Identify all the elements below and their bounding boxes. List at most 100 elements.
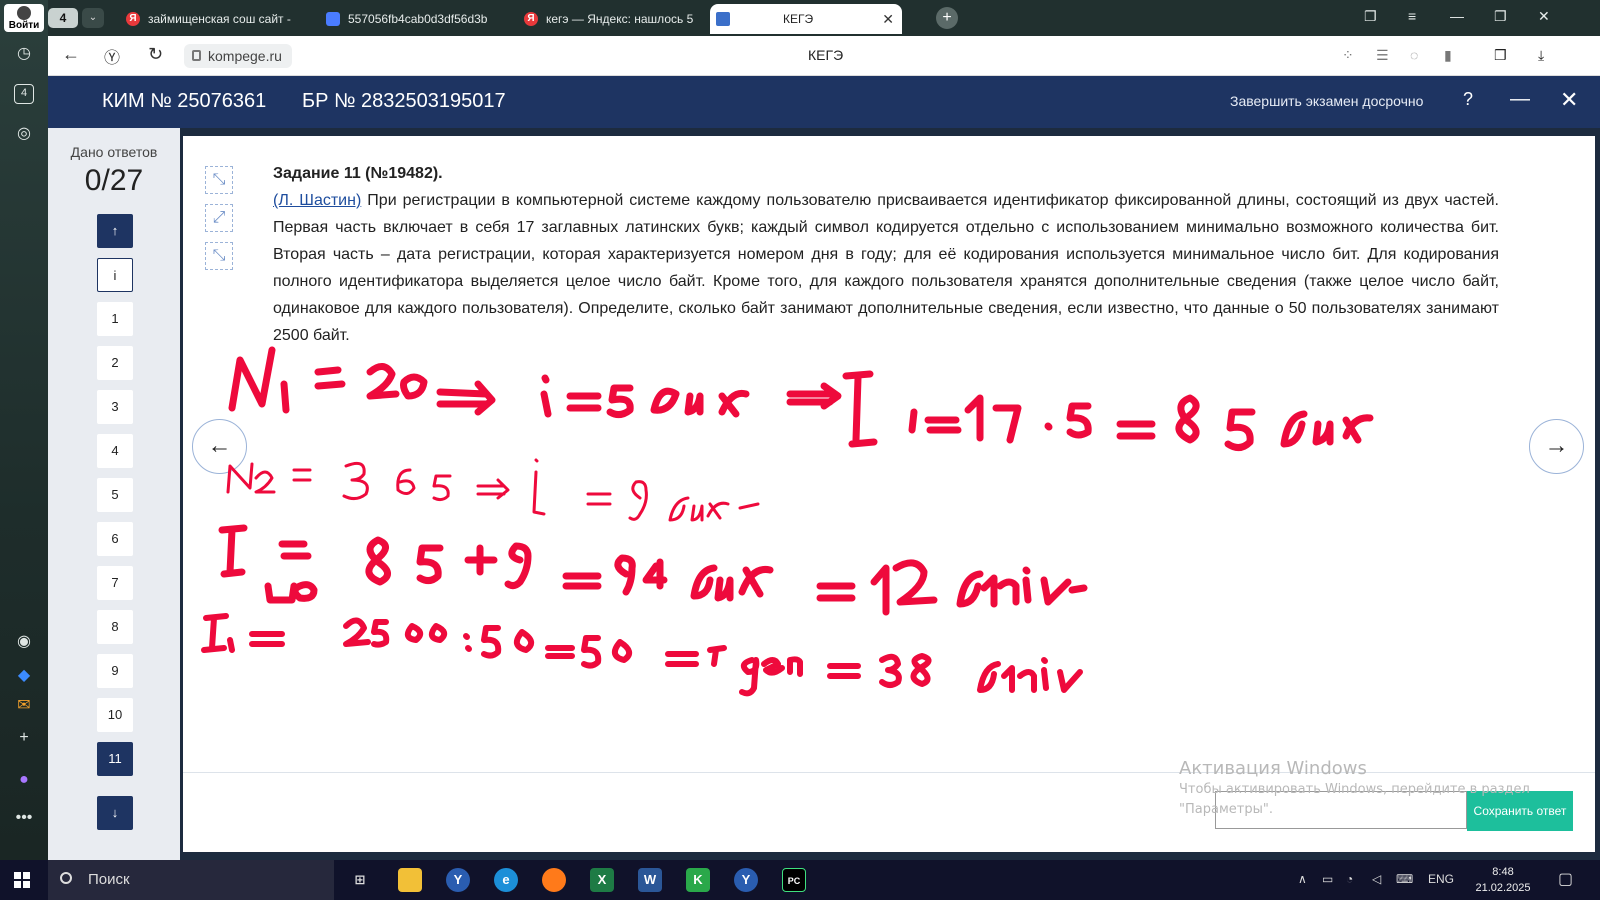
login-button[interactable]: Войти: [4, 4, 44, 32]
tray-chevron-icon[interactable]: ∧: [1298, 872, 1307, 886]
help-icon[interactable]: ?: [1463, 89, 1473, 110]
tab-4-active[interactable]: КЕГЭ ✕: [710, 4, 902, 34]
login-label: Войти: [8, 20, 40, 31]
question-button-6[interactable]: 6: [97, 522, 133, 556]
finish-exam-button[interactable]: Завершить экзамен досрочно: [1230, 93, 1423, 109]
activation-watermark-line1: Чтобы активировать Windows, перейдите в …: [1179, 782, 1530, 797]
close-icon[interactable]: ✕: [1560, 87, 1578, 113]
extensions-icon[interactable]: ⁘: [1342, 47, 1354, 64]
br-number: БР № 2832503195017: [302, 90, 506, 112]
prev-question-button[interactable]: ←: [192, 419, 247, 474]
explorer-icon[interactable]: [398, 868, 422, 892]
page-icon: [326, 12, 340, 26]
minimize-window-icon[interactable]: —: [1450, 8, 1464, 24]
close-window-icon[interactable]: ✕: [1538, 8, 1550, 25]
edge-icon[interactable]: e: [494, 868, 518, 892]
reader-icon[interactable]: ☰: [1376, 47, 1389, 64]
save-answer-button[interactable]: Сохранить ответ: [1467, 791, 1573, 831]
tab-title: займищенская сош сайт -: [148, 12, 291, 26]
search-label: Поиск: [88, 871, 130, 888]
translate-icon[interactable]: ◌: [1410, 47, 1418, 63]
keyboard-icon[interactable]: ⌨: [1396, 872, 1413, 886]
tab-2[interactable]: 557056fb4cab0d3df56d3b: [320, 4, 515, 34]
question-button-10[interactable]: 10: [97, 698, 133, 732]
yandex-active-icon[interactable]: Y: [734, 868, 758, 892]
new-tab-button[interactable]: +: [936, 7, 958, 29]
clock[interactable]: 8:48 21.02.2025: [1468, 864, 1538, 896]
add-panel-icon[interactable]: +: [10, 724, 38, 752]
question-button-7[interactable]: 7: [97, 566, 133, 600]
tab-title: КЕГЭ: [783, 12, 814, 26]
alice-settings-icon[interactable]: ◉: [10, 628, 38, 656]
question-button-9[interactable]: 9: [97, 654, 133, 688]
answers-label: Дано ответов: [70, 144, 158, 160]
question-button-5[interactable]: 5: [97, 478, 133, 512]
yandex-browser-icon[interactable]: Y: [446, 868, 470, 892]
shrink-text-icon[interactable]: ⤡: [205, 166, 233, 194]
alice-icon[interactable]: ●: [10, 766, 38, 794]
question-button-8[interactable]: 8: [97, 610, 133, 644]
tab-3[interactable]: Якегэ — Яндекс: нашлось 5: [518, 4, 708, 34]
more-icon[interactable]: •••: [10, 804, 38, 832]
minimize-icon[interactable]: —: [1510, 88, 1530, 111]
answers-count: 0/27: [84, 164, 144, 197]
close-tab-icon[interactable]: ✕: [882, 4, 894, 34]
expand-icon[interactable]: ⤢: [205, 204, 233, 232]
page-title: КЕГЭ: [808, 47, 844, 63]
question-button-2[interactable]: 2: [97, 346, 133, 380]
question-button-3[interactable]: 3: [97, 390, 133, 424]
menu-icon[interactable]: ≡: [1408, 8, 1416, 24]
firefox-icon[interactable]: [542, 868, 566, 892]
messenger-icon[interactable]: ◆: [10, 662, 38, 690]
collections-icon[interactable]: ❒: [1494, 47, 1507, 64]
url-text: kompege.ru: [208, 48, 282, 64]
info-button[interactable]: i: [97, 258, 133, 292]
search-icon: [60, 872, 72, 884]
kumir-icon[interactable]: K: [686, 868, 710, 892]
yandex-icon: Я: [524, 12, 538, 26]
scroll-up-button[interactable]: ↑: [97, 214, 133, 248]
question-navigator: Дано ответов 0/27 ↑ i 1 2 3 4 5 6 7 8 9 …: [48, 128, 180, 860]
notifications-icon[interactable]: ▢: [1558, 869, 1573, 889]
tab-counter[interactable]: 4: [48, 8, 78, 28]
collections-icon[interactable]: ❐: [1364, 8, 1377, 25]
history-icon[interactable]: ◷: [10, 40, 38, 68]
tab-title: кегэ — Яндекс: нашлось 5: [546, 12, 694, 26]
reload-icon[interactable]: ↻: [148, 44, 163, 65]
question-button-11-current[interactable]: 11: [97, 742, 133, 776]
chevron-down-icon[interactable]: ⌄: [82, 8, 104, 28]
windows-start-icon[interactable]: [14, 872, 30, 888]
scroll-down-button[interactable]: ↓: [97, 796, 133, 830]
exam-header: КИМ № 25076361 БР № 2832503195017 Заверш…: [48, 76, 1600, 128]
tab-1[interactable]: Язаймищенская сош сайт -: [120, 4, 315, 34]
tab-bar: 4 ⌄ Язаймищенская сош сайт - 557056fb4ca…: [48, 0, 1600, 36]
wifi-icon[interactable]: ◔: [1346, 872, 1353, 886]
yandex-home-icon[interactable]: Ⓨ: [104, 44, 120, 68]
task-view-icon[interactable]: ⊞: [348, 868, 372, 892]
excel-icon[interactable]: X: [590, 868, 614, 892]
restore-window-icon[interactable]: ❐: [1494, 8, 1507, 25]
word-icon[interactable]: W: [638, 868, 662, 892]
divider: [183, 772, 1595, 773]
tab-count-icon[interactable]: 4: [14, 84, 34, 104]
question-button-1[interactable]: 1: [97, 302, 133, 336]
collapse-icon[interactable]: ⤡: [205, 242, 233, 270]
pycharm-icon[interactable]: PC: [782, 868, 806, 892]
kege-icon: [716, 12, 730, 26]
taskbar-search[interactable]: Поиск: [48, 860, 334, 900]
network-icon[interactable]: ▭: [1322, 872, 1333, 886]
screenshot-icon[interactable]: ◎: [10, 120, 38, 148]
author-link[interactable]: (Л. Шастин): [273, 192, 361, 209]
volume-icon[interactable]: ◁: [1372, 872, 1381, 886]
back-icon[interactable]: ←: [62, 44, 80, 65]
language-indicator[interactable]: ENG: [1428, 872, 1454, 886]
url-field[interactable]: kompege.ru: [184, 44, 292, 68]
bookmark-icon[interactable]: ▮: [1444, 47, 1452, 64]
time: 8:48: [1492, 866, 1514, 878]
activation-watermark-line2: "Параметры".: [1179, 802, 1273, 817]
mail-icon[interactable]: ✉: [10, 692, 38, 720]
next-question-button[interactable]: →: [1529, 419, 1584, 474]
download-icon[interactable]: ⤓: [1538, 47, 1544, 64]
question-button-4[interactable]: 4: [97, 434, 133, 468]
lock-icon: [192, 50, 201, 61]
